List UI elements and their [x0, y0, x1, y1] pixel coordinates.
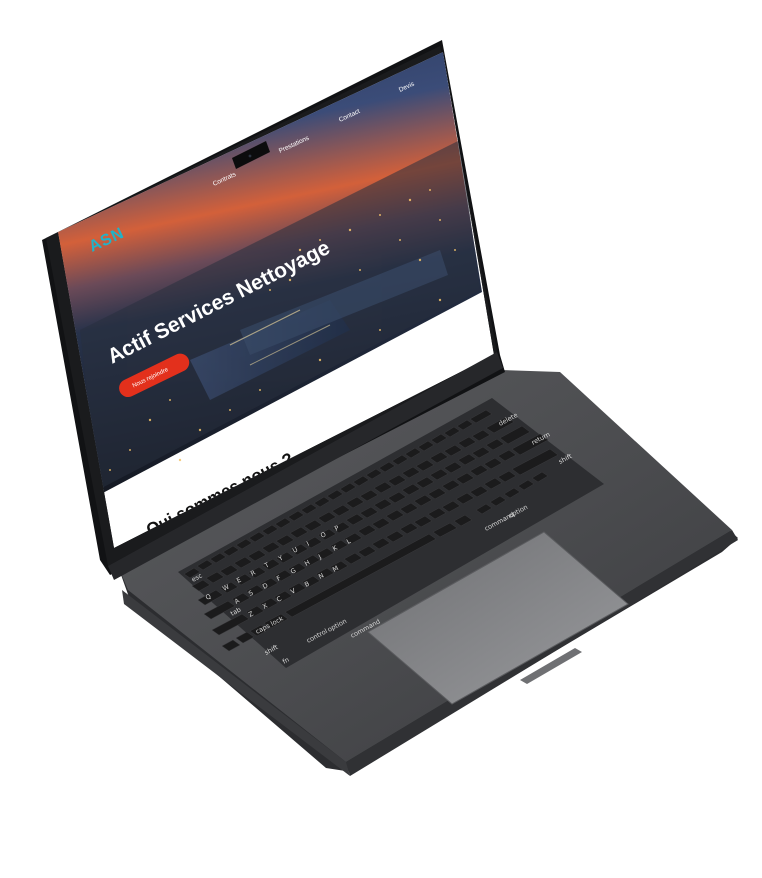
laptop-mockup-stage: ASN Contrats Prestations Contact Devis A…	[0, 0, 762, 878]
laptop-mockup: ASN Contrats Prestations Contact Devis A…	[42, 40, 738, 776]
